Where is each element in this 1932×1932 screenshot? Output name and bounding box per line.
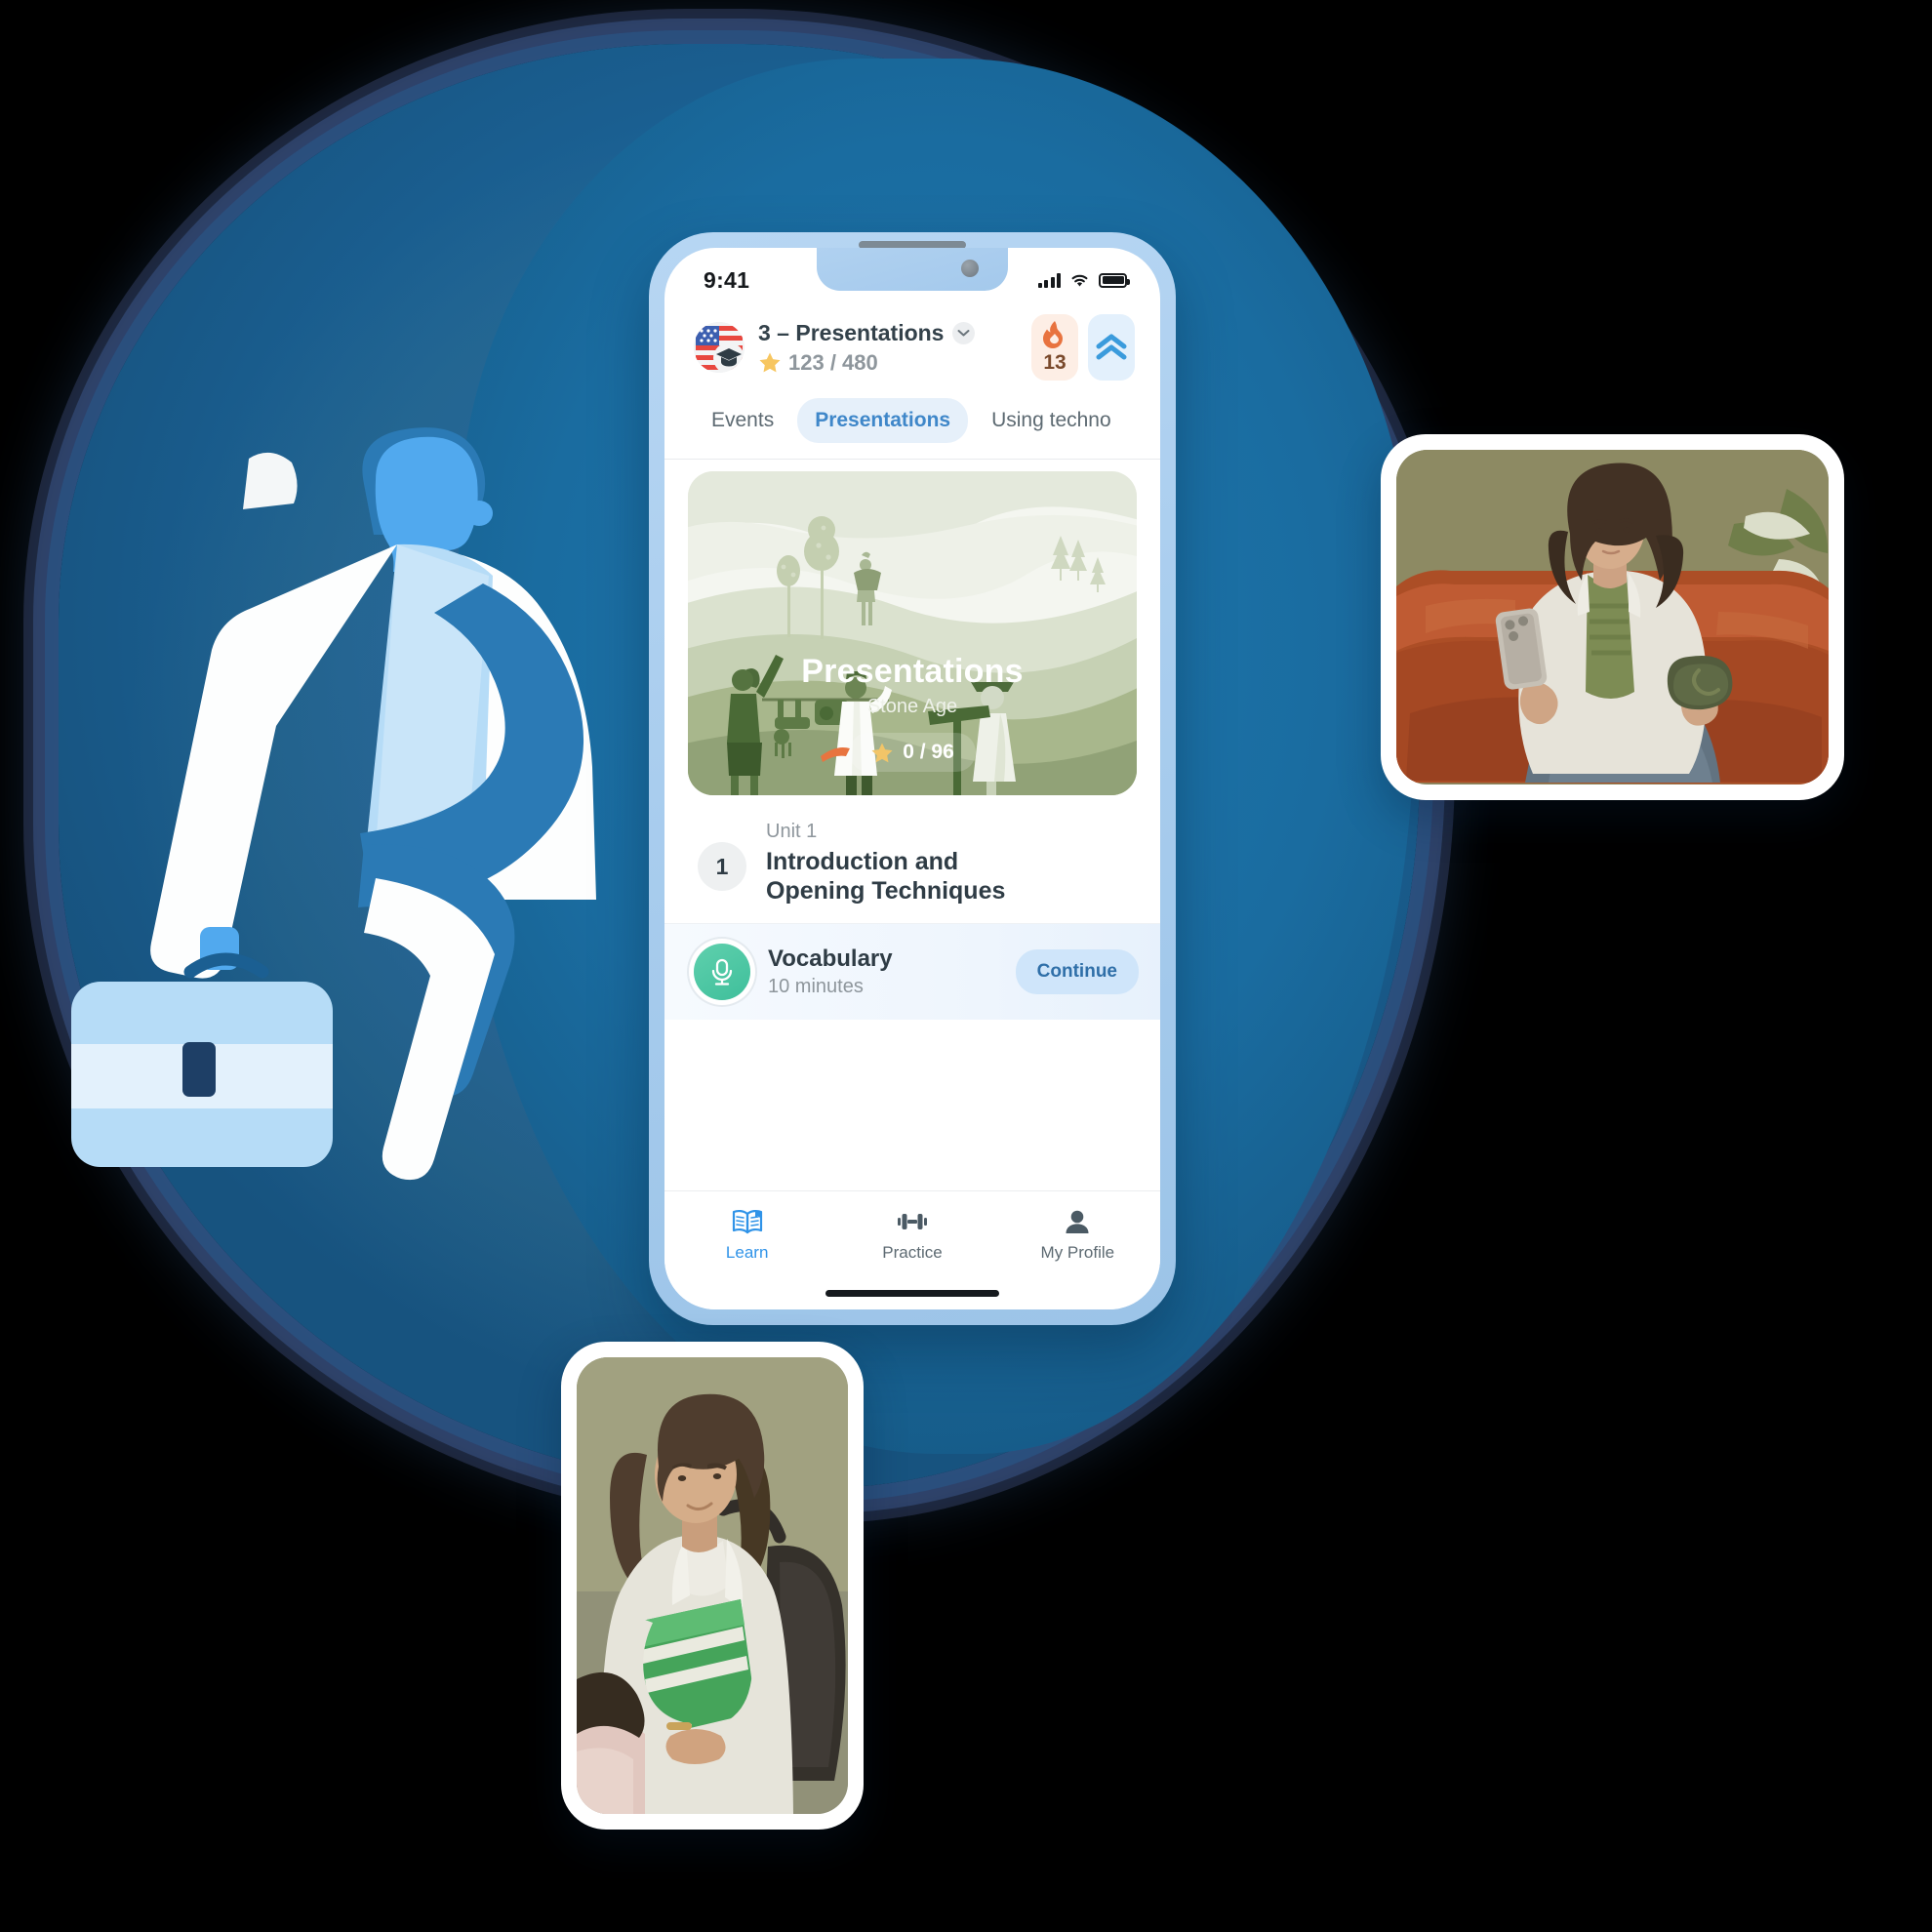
- nav-item-my-profile[interactable]: My Profile: [995, 1207, 1160, 1263]
- student-with-notebook-and-backpack-photo: [561, 1342, 864, 1830]
- header-badges: 13: [1031, 314, 1135, 381]
- wifi-icon: [1071, 274, 1088, 287]
- nav-label-my-profile: My Profile: [1040, 1243, 1115, 1262]
- streak-badge[interactable]: 13: [1031, 314, 1078, 381]
- unit-section: 1 Unit 1 Introduction and Opening Techni…: [664, 795, 1160, 923]
- tab-presentations[interactable]: Presentations: [797, 398, 969, 443]
- unit-title-line2: Opening Techniques: [766, 877, 1006, 905]
- unit-title: Introduction and Opening Techniques: [766, 847, 1005, 906]
- cellular-bars-icon: [1037, 272, 1061, 288]
- person-icon: [1066, 1210, 1089, 1233]
- lesson-row-vocabulary[interactable]: Vocabulary 10 minutes Continue: [664, 923, 1160, 1020]
- phone-mockup: 9:41 3 – Presentations 123 / 480 13 Even…: [649, 232, 1176, 1325]
- app-header: 3 – Presentations 123 / 480 13: [664, 302, 1160, 381]
- course-hero-card[interactable]: Presentations Stone Age 0 / 96: [688, 471, 1137, 795]
- streak-count: 13: [1043, 351, 1067, 374]
- woman-on-sofa-with-phone-and-mug-photo: [1381, 434, 1844, 800]
- composition-stage: 9:41 3 – Presentations 123 / 480 13 Even…: [0, 0, 1932, 1932]
- category-tabs: Events Presentations Using techno: [664, 381, 1160, 459]
- man-with-briefcase-illustration: [54, 420, 717, 1229]
- unit-title-line1: Introduction and: [766, 848, 959, 875]
- hero-progress-value: 0 / 96: [903, 741, 954, 763]
- nav-label-practice: Practice: [882, 1243, 943, 1262]
- battery-icon: [1099, 272, 1130, 288]
- nav-label-learn: Learn: [725, 1243, 769, 1262]
- tab-events[interactable]: Events: [694, 398, 791, 443]
- phone-screen: 9:41 3 – Presentations 123 / 480 13 Even…: [664, 248, 1160, 1309]
- nav-item-learn[interactable]: Learn: [664, 1207, 829, 1263]
- lesson-title: Vocabulary: [768, 946, 893, 972]
- tab-using-technology[interactable]: Using techno: [974, 398, 1129, 443]
- microphone-icon: [694, 944, 750, 1000]
- continue-button[interactable]: Continue: [1015, 949, 1139, 994]
- home-indicator: [825, 1290, 999, 1297]
- unit-label: Unit 1: [766, 821, 818, 842]
- tabs-divider: [664, 459, 1160, 460]
- star-icon: [759, 352, 781, 373]
- chevron-down-icon[interactable]: [952, 321, 976, 344]
- status-bar: 9:41: [664, 248, 1160, 302]
- hero-progress-pill: 0 / 96: [849, 733, 976, 772]
- lesson-duration: 10 minutes: [768, 976, 864, 997]
- nav-item-practice[interactable]: Practice: [829, 1207, 994, 1263]
- hero-subtitle: Stone Age: [866, 696, 958, 717]
- points-value: 123 / 480: [788, 349, 878, 375]
- level-badge[interactable]: [1088, 314, 1135, 381]
- dumbbell-icon: [897, 1214, 927, 1229]
- flame-icon: [1043, 321, 1063, 348]
- course-title: 3 – Presentations: [758, 319, 945, 345]
- star-icon: [871, 743, 893, 762]
- unit-number: 1: [698, 842, 746, 891]
- status-bar-clock: 9:41: [704, 266, 750, 293]
- us-flag-graduation-cap-avatar[interactable]: [694, 322, 745, 373]
- open-book-icon: [732, 1209, 762, 1234]
- double-chevron-up-icon: [1096, 334, 1127, 360]
- hero-title: Presentations: [801, 653, 1024, 690]
